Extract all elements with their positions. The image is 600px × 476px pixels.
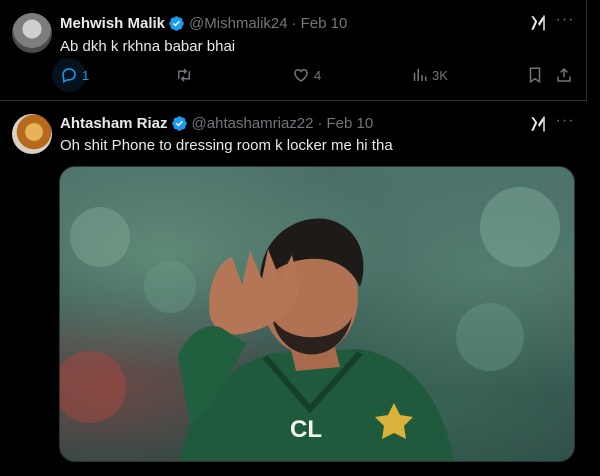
tweet-header: Mehwish Malik @Mishmalik24 · Feb 10 [60,15,347,32]
separator: · [317,115,323,132]
tweet-image[interactable]: CL [59,166,575,462]
views-count: 3K [432,67,448,83]
like-icon [294,68,308,82]
jersey-sponsor-text: CL [290,416,322,443]
grok-icon[interactable] [529,115,547,133]
avatar[interactable] [12,13,52,53]
author-name[interactable]: Mehwish Malik [60,15,165,32]
author-handle[interactable]: @Mishmalik24 [189,15,288,32]
reply-button[interactable]: 1 [52,58,90,92]
avatar[interactable] [12,114,52,154]
cricketer-photo: CL [60,187,560,461]
share-button[interactable] [555,66,573,84]
tweet[interactable]: Ahtasham Riaz @ahtashamriaz22 · Feb 10 ·… [0,101,586,476]
views-icon [413,69,427,81]
reply-icon [62,68,76,84]
tweet[interactable]: Mehwish Malik @Mishmalik24 · Feb 10 ··· … [0,0,587,101]
more-icon[interactable]: ··· [555,113,575,133]
tweet-text: Oh shit Phone to dressing room k locker … [60,137,393,154]
timeline-bottom-edge [0,462,600,476]
bookmark-icon [529,67,541,84]
grok-icon[interactable] [529,14,547,32]
share-icon [557,67,571,82]
tweet-header: Ahtasham Riaz @ahtashamriaz22 · Feb 10 [60,115,373,132]
separator: · [291,15,297,32]
tweet-date[interactable]: Feb 10 [301,15,348,32]
like-button[interactable]: 4 [292,66,321,84]
tweet-text: Ab dkh k rkhna babar bhai [60,38,236,55]
tweet-date[interactable]: Feb 10 [327,115,374,132]
reply-count: 1 [82,67,90,83]
verified-badge-icon [171,116,187,131]
views-button[interactable]: 3K [410,66,448,84]
author-handle[interactable]: @ahtashamriaz22 [192,115,314,132]
retweet-icon [178,68,190,82]
author-name[interactable]: Ahtasham Riaz [60,115,168,132]
tweet-actions: 1 4 3K [52,58,580,92]
bookmark-button[interactable] [526,66,544,84]
verified-badge-icon [169,16,184,31]
like-count: 4 [314,67,322,83]
retweet-button[interactable] [175,66,193,84]
more-icon[interactable]: ··· [555,12,575,32]
